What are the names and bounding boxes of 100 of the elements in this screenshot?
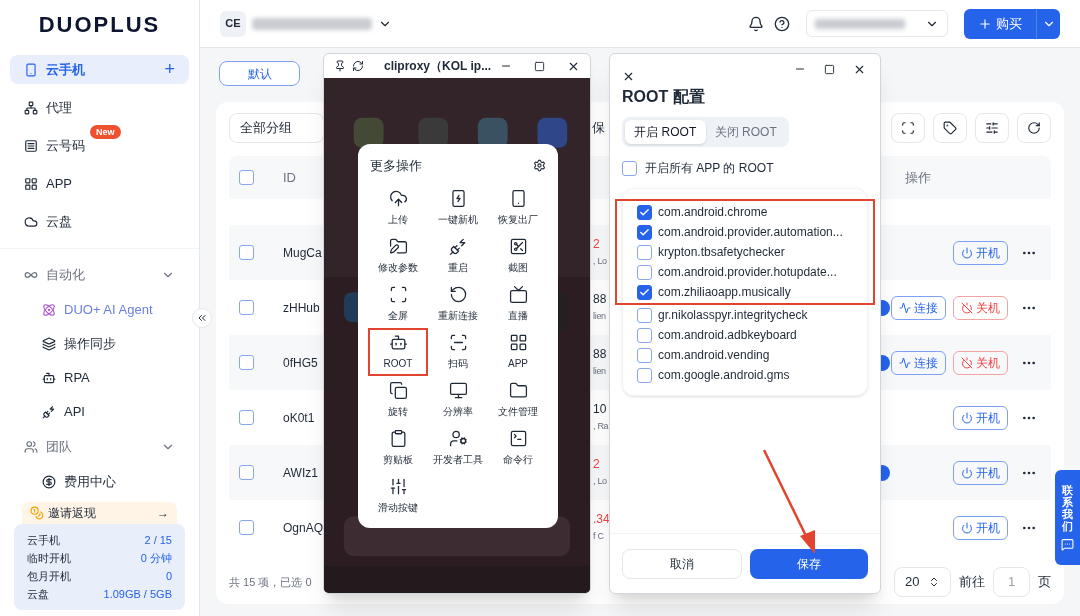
app-name: com.google.android.gms xyxy=(658,367,790,384)
row-checkbox[interactable] xyxy=(238,355,254,370)
menu-item[interactable]: 上传 xyxy=(368,183,428,232)
menu-item[interactable]: 扫码 xyxy=(428,327,488,376)
pulse-icon xyxy=(899,301,911,314)
menu-item[interactable]: 旋转 xyxy=(368,375,428,424)
app-checkbox[interactable] xyxy=(637,284,652,300)
bell-icon[interactable] xyxy=(748,15,764,32)
tag-button[interactable] xyxy=(933,113,967,143)
section-header[interactable]: 自动化 xyxy=(10,257,189,293)
app-checkbox[interactable] xyxy=(637,244,652,260)
table-cell-text: , Lo xyxy=(593,254,607,268)
select-all-checkbox[interactable] xyxy=(238,170,254,185)
menu-item[interactable]: 恢复出厂 xyxy=(488,183,548,232)
maximize-icon[interactable] xyxy=(824,63,835,75)
menu-item[interactable]: 文件管理 xyxy=(488,375,548,424)
app-name: com.android.vending xyxy=(658,347,770,364)
nav-item[interactable]: 云手机 + xyxy=(10,55,189,84)
page-size-select[interactable]: 20 xyxy=(894,567,951,597)
nav-item[interactable]: APP xyxy=(10,169,86,198)
view-tab[interactable]: 默认 xyxy=(219,61,300,86)
power-off-icon xyxy=(961,301,973,314)
section-header[interactable]: 团队 xyxy=(10,429,189,465)
connect-button[interactable]: 连接 xyxy=(891,295,946,320)
row-checkbox[interactable] xyxy=(238,465,254,480)
up-down-icon xyxy=(928,576,940,588)
menu-item[interactable]: APP xyxy=(488,327,548,376)
refresh-icon[interactable] xyxy=(352,60,364,72)
menu-item[interactable]: 截图 xyxy=(488,231,548,280)
shutdown-button[interactable]: 关机 xyxy=(953,350,1008,375)
nav-item[interactable]: DUO+ AI Agent xyxy=(10,293,189,327)
nav-item[interactable]: 云盘 xyxy=(10,207,86,236)
table-cell: 10 xyxy=(593,400,607,418)
menu-item[interactable]: 剪贴板 xyxy=(368,423,428,472)
row-checkbox[interactable] xyxy=(238,520,254,535)
save-button[interactable]: 保存 xyxy=(750,548,868,579)
pin-icon[interactable] xyxy=(334,60,346,72)
app-checkbox[interactable] xyxy=(637,327,652,343)
app-checkbox[interactable] xyxy=(637,367,652,383)
nav-item[interactable]: 费用中心 xyxy=(10,465,189,499)
all-apps-checkbox[interactable] xyxy=(622,160,637,176)
close-icon[interactable] xyxy=(622,70,635,83)
app-checkbox[interactable] xyxy=(637,224,652,240)
power-on-button[interactable]: 开机 xyxy=(953,240,1008,265)
nav-item[interactable]: 代理 xyxy=(10,93,86,122)
nav-item[interactable]: 操作同步 xyxy=(10,327,189,361)
app-checkbox[interactable] xyxy=(637,347,652,363)
nav-item[interactable]: RPA xyxy=(10,361,189,395)
menu-item[interactable]: 直播 xyxy=(488,279,548,328)
menu-item[interactable]: 分辨率 xyxy=(428,375,488,424)
row-checkbox[interactable] xyxy=(238,245,254,260)
power-on-button[interactable]: 开机 xyxy=(953,460,1008,485)
mode-tab[interactable]: 开启 ROOT xyxy=(625,120,706,144)
maximize-icon[interactable] xyxy=(534,60,545,72)
robot-icon xyxy=(42,371,56,385)
table-cell: 2 xyxy=(593,235,600,253)
mode-tab[interactable]: 关闭 ROOT xyxy=(705,120,786,144)
scan-icon xyxy=(388,284,408,304)
refresh-button[interactable] xyxy=(1017,113,1051,143)
nav-label: DUO+ AI Agent xyxy=(64,301,153,320)
network-icon xyxy=(24,100,38,115)
sliders-button[interactable] xyxy=(975,113,1009,143)
menu-item[interactable]: 全屏 xyxy=(368,279,428,328)
menu-item[interactable]: 重启 xyxy=(428,231,488,280)
connect-button[interactable]: 连接 xyxy=(891,350,946,375)
shutdown-button[interactable]: 关机 xyxy=(953,295,1008,320)
table-cell: 88 xyxy=(593,345,607,363)
power-on-button[interactable]: 开机 xyxy=(953,405,1008,430)
app-checkbox[interactable] xyxy=(637,264,652,280)
app-name: com.android.adbkeyboard xyxy=(658,327,797,344)
row-checkbox[interactable] xyxy=(238,300,254,315)
grid-icon xyxy=(24,176,38,191)
settings-icon[interactable] xyxy=(533,159,546,173)
invite-banner[interactable]: 邀请返现 → xyxy=(22,502,177,524)
scan-button[interactable] xyxy=(891,113,925,143)
help-icon[interactable] xyxy=(774,15,790,32)
menu-item[interactable]: 重新连接 xyxy=(428,279,488,328)
dialog-title: ROOT 配置 xyxy=(622,87,706,107)
folder-pen-icon xyxy=(388,236,408,256)
menu-item[interactable]: ROOT xyxy=(368,327,428,376)
add-button[interactable]: + xyxy=(164,56,175,83)
menu-item[interactable]: 命令行 xyxy=(488,423,548,472)
avatar[interactable]: CE xyxy=(220,10,246,37)
menu-item[interactable]: 滑动按键 xyxy=(368,471,428,520)
menu-item[interactable]: 开发者工具 xyxy=(428,423,488,472)
table-cell-text: 0fHG5 xyxy=(283,354,318,372)
nav-label: 云手机 xyxy=(46,60,85,79)
sliders-icon xyxy=(985,121,999,135)
power-on-button[interactable]: 开机 xyxy=(953,515,1008,540)
app-checkbox[interactable] xyxy=(637,204,652,220)
row-checkbox[interactable] xyxy=(238,410,254,425)
cancel-button[interactable]: 取消 xyxy=(622,548,742,579)
menu-item[interactable]: 修改参数 xyxy=(368,231,428,280)
menu-item[interactable]: 一键新机 xyxy=(428,183,488,232)
nav-item[interactable]: API xyxy=(10,395,189,429)
app-checkbox[interactable] xyxy=(637,307,652,323)
contact-button[interactable]: 联系我们 xyxy=(1055,470,1080,565)
layers-icon xyxy=(42,337,56,351)
plug-icon xyxy=(448,236,468,256)
table-cell: 2 xyxy=(593,455,600,473)
